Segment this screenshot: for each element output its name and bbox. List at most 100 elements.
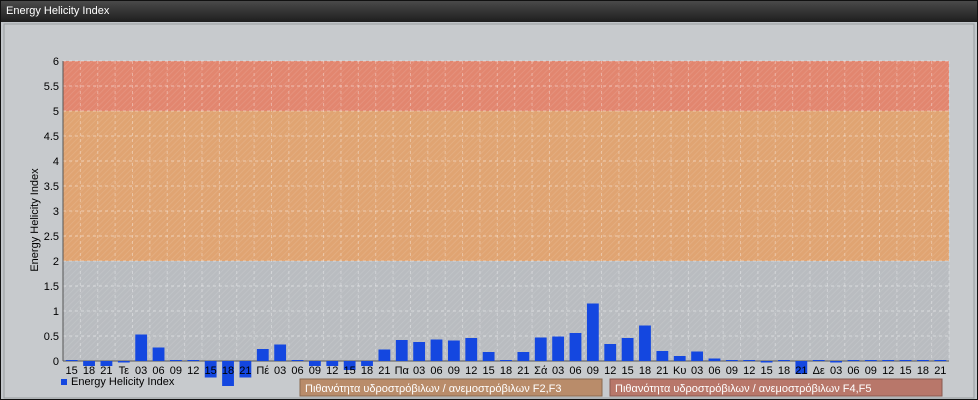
bar-21 xyxy=(430,339,443,361)
x-tick-label-21: 06 xyxy=(430,365,442,377)
chart-window: Energy Helicity Index 15 18 21 Τε 03 06 09 12 15… xyxy=(0,0,978,400)
legend-band-f23-label: Πιθανότητα υδροστρόβιλων / ανεμοστρόβιλω… xyxy=(305,383,562,395)
bar-31 xyxy=(604,344,617,361)
y-tick-label-0: 0 xyxy=(53,356,59,368)
bar-47 xyxy=(882,360,895,361)
x-tick-label-11: Πέ xyxy=(256,365,269,377)
x-tick-label-34: 21 xyxy=(656,365,668,377)
bar-39 xyxy=(743,360,756,361)
x-tick-label-20: 03 xyxy=(413,365,425,377)
bar-46 xyxy=(864,360,877,361)
bar-41 xyxy=(778,360,790,361)
x-tick-label-44: 03 xyxy=(830,365,842,377)
x-tick-label-30: 09 xyxy=(587,365,599,377)
bar-20 xyxy=(413,342,426,361)
bar-12 xyxy=(274,344,287,361)
bar-27 xyxy=(534,337,547,361)
x-tick-label-23: 12 xyxy=(465,365,477,377)
bar-5 xyxy=(152,347,165,361)
bar-34 xyxy=(656,351,669,361)
x-tick-label-50: 21 xyxy=(934,365,946,377)
x-tick-label-47: 12 xyxy=(882,365,894,377)
bar-19 xyxy=(395,340,408,361)
x-tick-label-14: 09 xyxy=(309,365,321,377)
x-tick-label-9: 18 xyxy=(222,365,234,377)
y-tick-label-12: 6 xyxy=(53,56,59,68)
y-tick-label-6: 3 xyxy=(53,206,59,218)
x-tick-label-29: 06 xyxy=(569,365,581,377)
x-tick-label-24: 15 xyxy=(483,365,495,377)
bar-4 xyxy=(135,334,148,361)
x-tick-label-39: 12 xyxy=(743,365,755,377)
x-tick-label-16: 15 xyxy=(344,365,356,377)
x-tick-label-49: 18 xyxy=(917,365,929,377)
x-tick-label-22: 09 xyxy=(448,365,460,377)
x-tick-label-26: 21 xyxy=(517,365,529,377)
window-title: Energy Helicity Index xyxy=(1,1,977,22)
x-tick-label-32: 15 xyxy=(621,365,633,377)
x-tick-label-17: 18 xyxy=(361,365,373,377)
bar-50 xyxy=(934,360,947,361)
x-tick-label-38: 09 xyxy=(726,365,738,377)
x-tick-label-35: Κυ xyxy=(673,365,686,377)
y-tick-label-8: 4 xyxy=(53,156,59,168)
y-tick-label-5: 2.5 xyxy=(44,231,59,243)
x-tick-label-31: 12 xyxy=(604,365,616,377)
y-tick-label-11: 5.5 xyxy=(44,81,59,93)
x-tick-label-25: 18 xyxy=(500,365,512,377)
bar-23 xyxy=(465,338,478,361)
bar-18 xyxy=(378,349,391,361)
x-tick-label-41: 18 xyxy=(778,365,790,377)
bar-45 xyxy=(847,360,860,361)
x-tick-label-10: 21 xyxy=(239,365,251,377)
bar-22 xyxy=(447,340,460,361)
x-tick-label-12: 03 xyxy=(274,365,286,377)
bar-48 xyxy=(899,360,912,361)
bar-35 xyxy=(673,356,686,361)
x-tick-label-36: 03 xyxy=(691,365,703,377)
x-tick-label-42: 21 xyxy=(795,365,807,377)
bar-29 xyxy=(569,333,582,361)
x-tick-label-7: 12 xyxy=(187,365,199,377)
x-tick-label-13: 06 xyxy=(291,365,303,377)
x-tick-label-27: Σά xyxy=(534,365,548,377)
bar-28 xyxy=(552,336,565,361)
x-tick-label-37: 06 xyxy=(708,365,720,377)
x-tick-label-15: 12 xyxy=(326,365,338,377)
bar-25 xyxy=(500,360,512,361)
y-axis-label: Energy Helicity Index xyxy=(29,168,41,272)
x-tick-label-19: Πα xyxy=(395,365,410,377)
x-tick-label-8: 15 xyxy=(205,365,217,377)
x-tick-label-40: 15 xyxy=(760,365,772,377)
bar-43 xyxy=(812,360,825,361)
bar-3 xyxy=(117,361,130,363)
bar-7 xyxy=(187,360,200,361)
bar-26 xyxy=(517,352,530,361)
x-tick-label-43: Δε xyxy=(813,365,825,377)
ehi-chart: 15 18 21 Τε 03 06 09 12 15 18 21 Πέ 03 06 09 12 15 18 21 Πα… xyxy=(3,23,975,399)
bar-38 xyxy=(725,360,738,361)
x-tick-label-45: 06 xyxy=(847,365,859,377)
y-tick-label-9: 4.5 xyxy=(44,131,59,143)
y-tick-label-4: 2 xyxy=(53,256,59,268)
y-tick-label-7: 3.5 xyxy=(44,181,59,193)
bar-30 xyxy=(586,303,599,361)
bar-49 xyxy=(917,360,929,361)
bar-13 xyxy=(291,360,304,361)
bar-44 xyxy=(830,361,842,363)
x-tick-label-18: 21 xyxy=(378,365,390,377)
legend-swatch-ehi xyxy=(61,379,67,385)
y-tick-label-2: 1 xyxy=(53,306,59,318)
bar-11 xyxy=(256,349,269,361)
x-tick-label-46: 09 xyxy=(865,365,877,377)
x-tick-label-33: 18 xyxy=(639,365,651,377)
bar-6 xyxy=(170,360,182,361)
x-tick-label-28: 03 xyxy=(552,365,564,377)
bar-33 xyxy=(639,325,651,361)
y-tick-label-10: 5 xyxy=(53,106,59,118)
bar-24 xyxy=(482,352,495,361)
legend-band-f45-label: Πιθανότητα υδροστρόβιλων / ανεμοστρόβιλω… xyxy=(615,383,872,395)
bar-32 xyxy=(621,338,634,361)
bar-37 xyxy=(708,358,721,361)
bar-36 xyxy=(691,351,704,361)
